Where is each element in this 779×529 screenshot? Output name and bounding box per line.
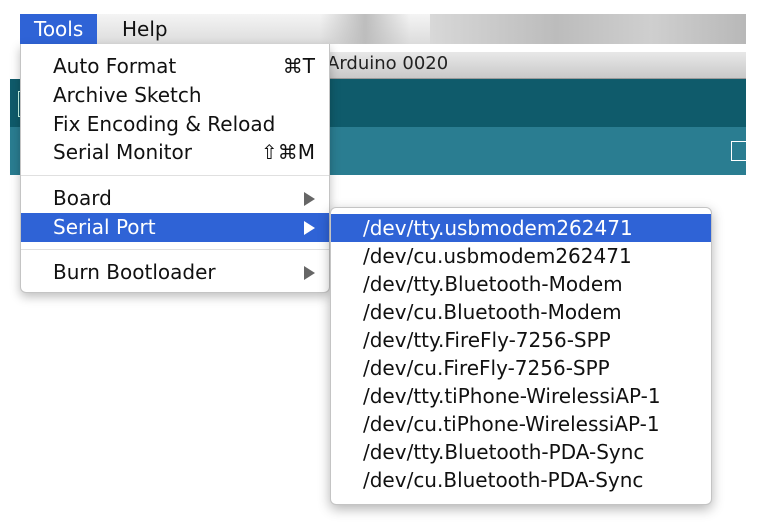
menu-item-label: Serial Monitor	[53, 140, 192, 164]
menu-item-label: Auto Format	[53, 54, 177, 78]
serial-port-item[interactable]: /dev/tty.Bluetooth-PDA-Sync	[331, 438, 711, 466]
serial-port-item[interactable]: /dev/tty.Bluetooth-Modem	[331, 270, 711, 298]
submenu-arrow-icon	[304, 192, 315, 206]
menubar-blur	[320, 14, 410, 44]
menu-separator	[21, 175, 329, 176]
menu-help[interactable]: Help	[108, 14, 182, 44]
menu-item-shortcut: ⌘T	[282, 54, 315, 78]
menu-item-label: Board	[53, 186, 112, 210]
submenu-arrow-icon	[304, 221, 315, 235]
serial-port-label: /dev/tty.Bluetooth-PDA-Sync	[363, 440, 645, 464]
serial-port-item[interactable]: /dev/tty.tiPhone-WirelessiAP-1	[331, 382, 711, 410]
serial-port-item[interactable]: /dev/cu.usbmodem262471	[331, 242, 711, 270]
menu-item-board[interactable]: Board	[21, 184, 329, 213]
serial-port-item[interactable]: /dev/tty.usbmodem262471	[331, 214, 711, 242]
menu-item-label: Fix Encoding & Reload	[53, 112, 276, 136]
window-title: Arduino 0020	[327, 53, 449, 74]
serial-port-label: /dev/cu.Bluetooth-Modem	[363, 300, 622, 324]
menu-item-label: Burn Bootloader	[53, 260, 216, 284]
menu-item-serial-monitor[interactable]: Serial Monitor ⇧⌘M	[21, 138, 329, 167]
serial-port-item[interactable]: /dev/cu.FireFly-7256-SPP	[331, 354, 711, 382]
serial-port-label: /dev/cu.FireFly-7256-SPP	[363, 356, 610, 380]
serial-port-label: /dev/tty.tiPhone-WirelessiAP-1	[363, 384, 661, 408]
serial-port-label: /dev/cu.tiPhone-WirelessiAP-1	[363, 412, 660, 436]
window-titlebar: Arduino 0020	[325, 52, 746, 79]
tools-menu: Auto Format ⌘T Archive Sketch Fix Encodi…	[20, 44, 330, 293]
serial-port-item[interactable]: /dev/cu.tiPhone-WirelessiAP-1	[331, 410, 711, 438]
serial-port-item[interactable]: /dev/cu.Bluetooth-PDA-Sync	[331, 466, 711, 494]
menu-item-auto-format[interactable]: Auto Format ⌘T	[21, 52, 329, 81]
submenu-arrow-icon	[304, 266, 315, 280]
menu-item-shortcut: ⇧⌘M	[260, 140, 315, 164]
menubar-blur-right	[430, 14, 746, 44]
serial-port-item[interactable]: /dev/cu.Bluetooth-Modem	[331, 298, 711, 326]
serial-port-label: /dev/tty.usbmodem262471	[363, 216, 633, 240]
serial-port-item[interactable]: /dev/tty.FireFly-7256-SPP	[331, 326, 711, 354]
serial-port-label: /dev/tty.FireFly-7256-SPP	[363, 328, 611, 352]
menu-separator	[21, 249, 329, 250]
menu-tools[interactable]: Tools	[20, 14, 98, 44]
serial-port-label: /dev/tty.Bluetooth-Modem	[363, 272, 623, 296]
menu-item-burn-bootloader[interactable]: Burn Bootloader	[21, 258, 329, 287]
menu-item-serial-port[interactable]: Serial Port	[21, 213, 329, 242]
serial-port-submenu: /dev/tty.usbmodem262471 /dev/cu.usbmodem…	[330, 207, 712, 505]
serial-port-label: /dev/cu.usbmodem262471	[363, 244, 632, 268]
menu-bar: Tools Help	[20, 14, 746, 44]
menu-item-label: Archive Sketch	[53, 83, 202, 107]
serial-port-label: /dev/cu.Bluetooth-PDA-Sync	[363, 468, 644, 492]
menu-item-archive-sketch[interactable]: Archive Sketch	[21, 81, 329, 110]
menu-item-fix-encoding[interactable]: Fix Encoding & Reload	[21, 110, 329, 139]
menu-item-label: Serial Port	[53, 215, 156, 239]
tab-menu-icon[interactable]	[731, 141, 746, 161]
